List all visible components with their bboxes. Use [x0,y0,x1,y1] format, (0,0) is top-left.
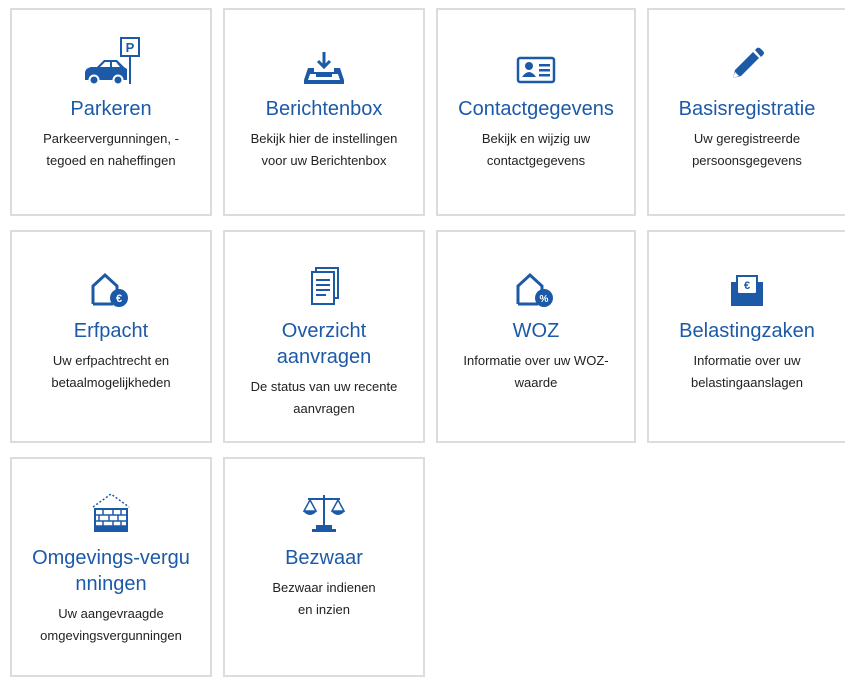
house-percent-icon: % [514,254,558,308]
document-stack-icon [306,254,342,308]
tile-title[interactable]: Overzicht aanvragen [246,318,402,370]
tile-woz[interactable]: % WOZ Informatie over uw WOZ-waarde [436,230,636,443]
contact-card-icon [514,32,558,86]
tile-parkeren[interactable]: P Parkeren Parkeervergunningen, -tegoed … [10,8,212,216]
tile-bezwaar[interactable]: Bezwaar Bezwaar indienen en inzien [223,457,425,677]
tile-omgevingsvergunningen[interactable]: Omgevings-vergunningen Uw aangevraagde o… [10,457,212,677]
tile-title[interactable]: Berichtenbox [258,96,391,122]
svg-text:€: € [744,280,750,292]
tile-title[interactable]: WOZ [505,318,568,344]
tile-contactgegevens[interactable]: Contactgegevens Bekijk en wijzig uw cont… [436,8,636,216]
tile-description: Uw erfpachtrecht en betaalmogelijkheden [51,353,171,390]
tile-basisregistratie[interactable]: Basisregistratie Uw geregistreerde perso… [647,8,845,216]
tile-description: Parkeervergunningen, -tegoed en naheffin… [43,131,179,168]
tile-title[interactable]: Basisregistratie [671,96,824,122]
tile-description: Bezwaar indienen en inzien [272,580,376,617]
scales-icon [300,481,348,535]
house-euro-icon: € [89,254,133,308]
svg-text:%: % [540,294,549,305]
brick-house-icon [89,481,133,535]
tile-description: Bekijk en wijzig uw contactgegevens [481,131,591,168]
tile-description: Bekijk hier de instellingen voor uw Beri… [250,131,398,168]
tile-title[interactable]: Belastingzaken [671,318,823,344]
tile-title[interactable]: Omgevings-vergunningen [23,545,199,597]
tile-description: Informatie over uw belastingaanslagen [690,353,804,390]
tile-title[interactable]: Erfpacht [66,318,156,344]
tile-erfpacht[interactable]: € Erfpacht Uw erfpachtrecht en betaalmog… [10,230,212,443]
tile-description: De status van uw recente aanvragen [250,379,398,416]
inbox-icon [302,32,346,86]
tile-title[interactable]: Contactgegevens [450,96,622,122]
tile-title[interactable]: Bezwaar [277,545,371,571]
svg-text:€: € [116,293,122,305]
tile-title[interactable]: Parkeren [62,96,159,122]
tile-description: Uw geregistreerde persoonsgegevens [692,131,802,168]
tile-belastingzaken[interactable]: € Belastingzaken Informatie over uw bela… [647,230,845,443]
car-parking-icon: P [81,32,141,86]
tile-description: Informatie over uw WOZ-waarde [463,353,609,390]
tile-overzicht-aanvragen[interactable]: Overzicht aanvragen De status van uw rec… [223,230,425,443]
envelope-euro-icon: € [727,254,767,308]
tile-berichtenbox[interactable]: Berichtenbox Bekijk hier de instellingen… [223,8,425,216]
tile-description: Uw aangevraagde omgevingsvergunningen [40,606,182,643]
pencil-icon [727,32,767,86]
svg-text:P: P [126,40,135,55]
